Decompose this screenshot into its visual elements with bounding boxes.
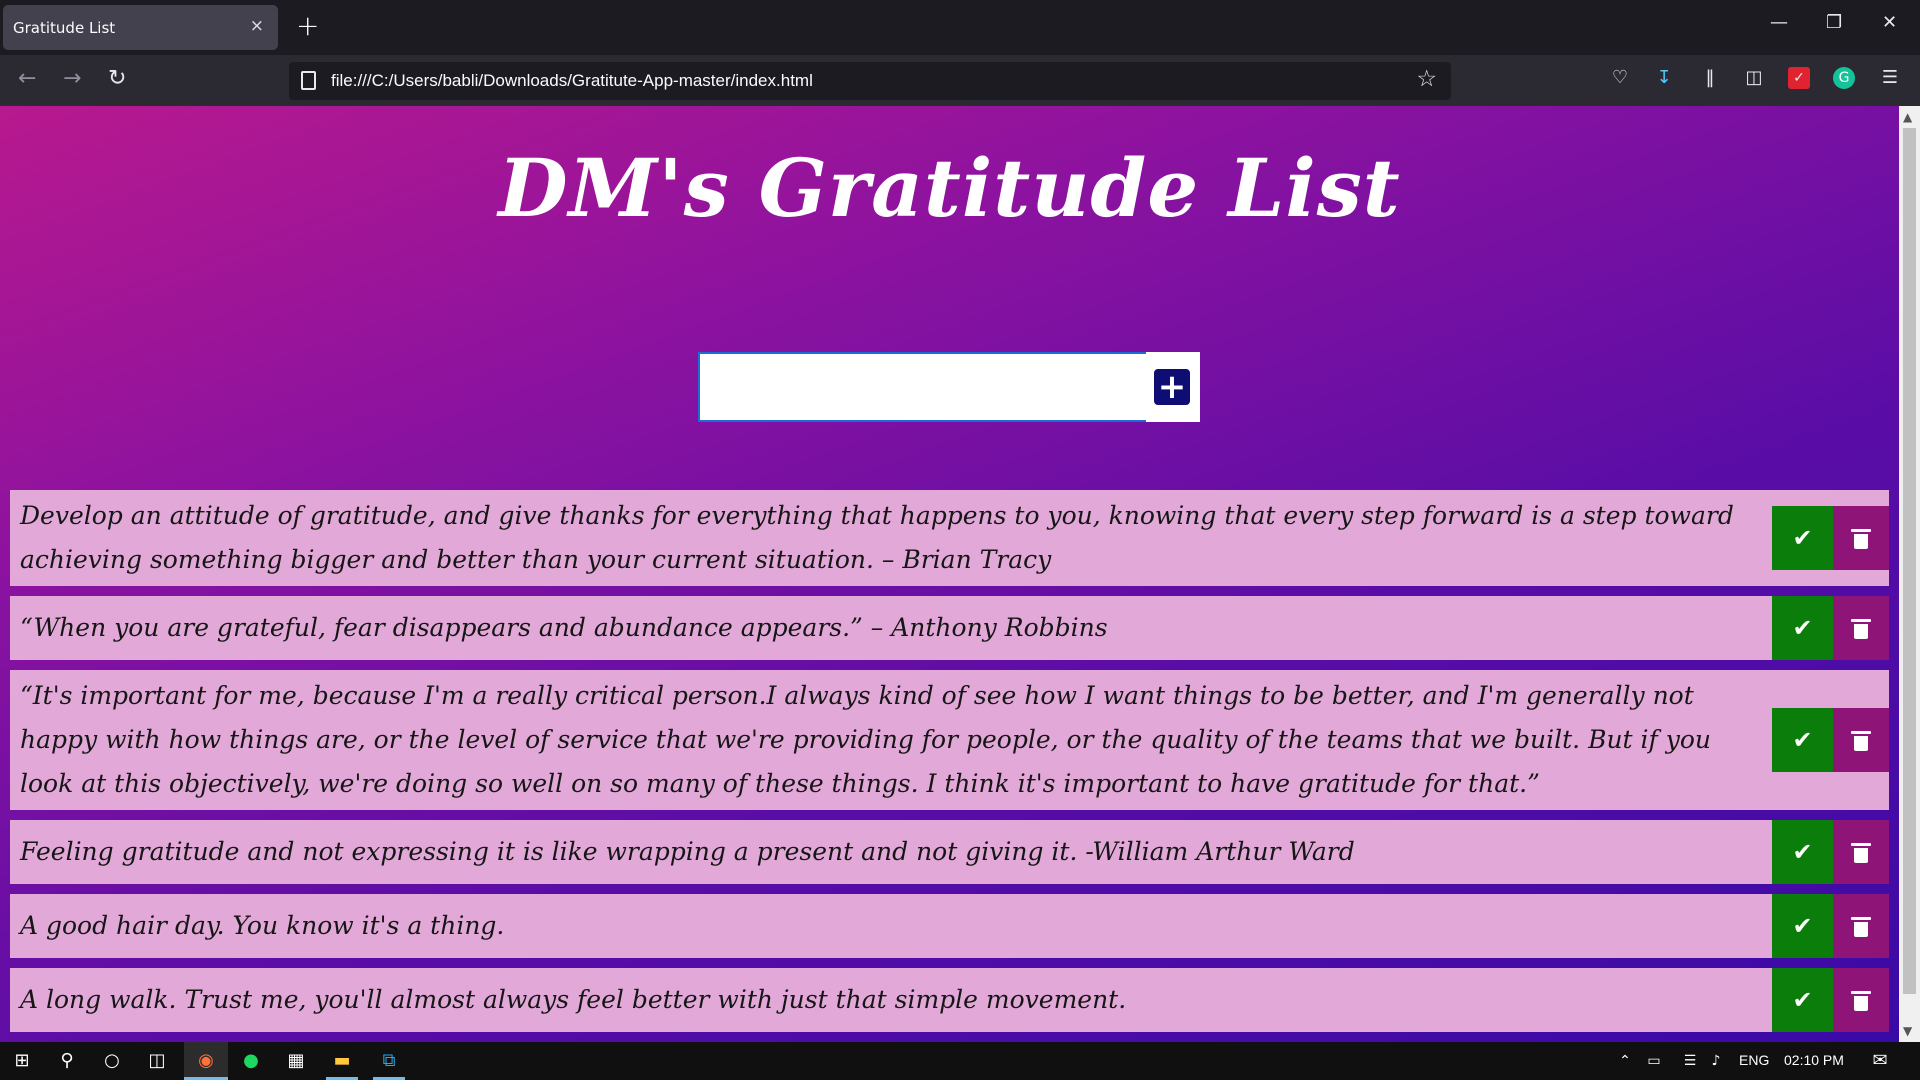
battery-icon[interactable]: ▭ [1643, 1050, 1665, 1072]
restore-icon[interactable]: ❐ [1826, 12, 1842, 33]
complete-button[interactable]: ✔ [1772, 894, 1833, 958]
check-icon: ✔ [1792, 614, 1813, 642]
delete-button[interactable] [1833, 506, 1889, 570]
delete-button[interactable] [1833, 596, 1889, 660]
todo-text: “It's important for me, because I'm a re… [20, 681, 1712, 798]
gratitude-input[interactable] [698, 352, 1146, 422]
new-tab-button[interactable]: + [296, 10, 319, 42]
close-window-icon[interactable]: ✕ [1882, 12, 1897, 33]
page-viewport: DM's Gratitude List + Develop an attitud… [0, 106, 1899, 1042]
volume-icon[interactable]: ♪ [1705, 1050, 1727, 1072]
check-icon: ✔ [1792, 912, 1813, 940]
close-tab-icon[interactable]: × [250, 16, 264, 36]
list-item: Feeling gratitude and not expressing it … [10, 820, 1889, 884]
scroll-down-icon[interactable]: ▼ [1903, 1024, 1912, 1038]
delete-button[interactable] [1833, 968, 1889, 1032]
browser-tab[interactable]: Gratitude List × [3, 5, 278, 50]
trash-icon [1851, 842, 1871, 863]
file-explorer-icon[interactable]: ▬ [331, 1050, 353, 1072]
delete-button[interactable] [1833, 820, 1889, 884]
check-icon: ✔ [1792, 726, 1813, 754]
check-icon: ✔ [1792, 986, 1813, 1014]
todo-text: A long walk. Trust me, you'll almost alw… [20, 985, 1127, 1014]
delete-button[interactable] [1833, 708, 1889, 772]
downloads-icon[interactable]: ↧ [1653, 67, 1675, 89]
clock[interactable]: 02:10 PM [1784, 1052, 1844, 1068]
browser-nav-bar: ← → ↻ file:///C:/Users/babli/Downloads/G… [0, 55, 1920, 106]
complete-button[interactable]: ✔ [1772, 708, 1833, 772]
trash-icon [1851, 916, 1871, 937]
list-item: “It's important for me, because I'm a re… [10, 670, 1889, 810]
language-indicator[interactable]: ENG [1739, 1052, 1769, 1068]
vertical-scrollbar[interactable]: ▲ ▼ [1899, 106, 1920, 1042]
tray-chevron-icon[interactable]: ⌃ [1614, 1050, 1636, 1072]
scroll-thumb[interactable] [1903, 128, 1916, 994]
back-arrow-icon[interactable]: ← [18, 66, 36, 91]
extension-icon[interactable]: ✓ [1788, 67, 1810, 89]
complete-button[interactable]: ✔ [1772, 596, 1833, 660]
todo-text: “When you are grateful, fear disappears … [20, 613, 1108, 642]
list-item: Develop an attitude of gratitude, and gi… [10, 490, 1889, 586]
windows-taskbar: ⊞ ⚲ ○ ◫ ◉ ● ▦ ▬ ⧉ ⌃ ▭ ☰ ♪ ENG 02:10 PM ✉ [0, 1042, 1920, 1080]
delete-button[interactable] [1833, 894, 1889, 958]
spotify-icon[interactable]: ● [240, 1050, 262, 1072]
wifi-icon[interactable]: ☰ [1679, 1050, 1701, 1072]
page-title: DM's Gratitude List [498, 141, 1401, 235]
pocket-icon[interactable]: ♡ [1609, 67, 1631, 89]
firefox-icon[interactable]: ◉ [195, 1050, 217, 1072]
complete-button[interactable]: ✔ [1772, 820, 1833, 884]
menu-icon[interactable]: ☰ [1879, 67, 1901, 89]
url-bar[interactable]: file:///C:/Users/babli/Downloads/Gratitu… [289, 62, 1451, 100]
page-icon [301, 71, 316, 90]
cortana-icon[interactable]: ○ [101, 1050, 123, 1072]
forward-arrow-icon[interactable]: → [63, 66, 81, 91]
task-view-icon[interactable]: ◫ [146, 1050, 168, 1072]
trash-icon [1851, 990, 1871, 1011]
add-button[interactable]: + [1154, 369, 1190, 405]
search-icon[interactable]: ⚲ [56, 1050, 78, 1072]
plus-icon: + [1157, 367, 1187, 407]
bookmark-star-icon[interactable]: ☆ [1416, 66, 1437, 92]
windows-start-icon[interactable]: ⊞ [11, 1050, 33, 1072]
todo-text: A good hair day. You know it's a thing. [20, 911, 505, 940]
trash-icon [1851, 618, 1871, 639]
list-item: A long walk. Trust me, you'll almost alw… [10, 968, 1889, 1032]
todo-text: Develop an attitude of gratitude, and gi… [20, 501, 1734, 574]
list-item: A good hair day. You know it's a thing. … [10, 894, 1889, 958]
library-icon[interactable]: ‖ [1699, 67, 1721, 89]
complete-button[interactable]: ✔ [1772, 968, 1833, 1032]
url-text[interactable]: file:///C:/Users/babli/Downloads/Gratitu… [331, 71, 813, 91]
list-item: “When you are grateful, fear disappears … [10, 596, 1889, 660]
minimize-icon[interactable]: — [1770, 12, 1788, 33]
tab-title: Gratitude List [13, 19, 116, 37]
todo-text: Feeling gratitude and not expressing it … [20, 837, 1355, 866]
check-icon: ✔ [1792, 524, 1813, 552]
browser-tab-bar: Gratitude List × + — ❐ ✕ [0, 0, 1920, 55]
trash-icon [1851, 528, 1871, 549]
store-icon[interactable]: ▦ [285, 1050, 307, 1072]
add-todo-form: + [698, 352, 1200, 422]
grammarly-icon[interactable]: G [1833, 67, 1855, 89]
trash-icon [1851, 730, 1871, 751]
check-icon: ✔ [1792, 838, 1813, 866]
complete-button[interactable]: ✔ [1772, 506, 1833, 570]
vscode-icon[interactable]: ⧉ [378, 1050, 400, 1072]
todo-list: Develop an attitude of gratitude, and gi… [10, 490, 1889, 1042]
sidebar-icon[interactable]: ◫ [1743, 67, 1765, 89]
notifications-icon[interactable]: ✉ [1869, 1050, 1891, 1072]
reload-icon[interactable]: ↻ [108, 66, 126, 91]
scroll-up-icon[interactable]: ▲ [1903, 110, 1912, 124]
